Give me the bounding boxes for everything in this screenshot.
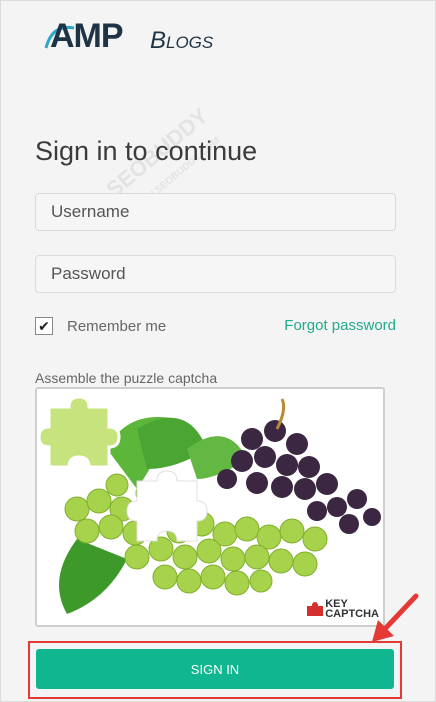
puzzle-captcha[interactable]: KEY CAPTCHA xyxy=(35,387,385,627)
logo-amp-text: AMP xyxy=(50,17,124,55)
logo-blogs-text: Blogs xyxy=(150,27,214,54)
checkmark-icon: ✔ xyxy=(38,317,50,334)
page-title: Sign in to continue xyxy=(35,136,258,166)
username-input[interactable] xyxy=(35,193,396,231)
sign-in-button[interactable]: SIGN IN xyxy=(36,649,394,689)
password-input[interactable] xyxy=(35,255,396,293)
puzzle-slot xyxy=(126,470,208,542)
remember-me-checkbox[interactable]: ✔ xyxy=(35,317,53,335)
annotation-arrow-icon xyxy=(372,593,419,642)
puzzle-piece-icon[interactable] xyxy=(37,395,121,469)
signin-highlight-box: SIGN IN xyxy=(28,641,402,699)
forgot-password-link[interactable]: Forgot password xyxy=(284,317,396,334)
remember-me-row[interactable]: ✔ Remember me xyxy=(35,316,166,336)
puzzle-logo-icon xyxy=(307,602,324,616)
grapes-image xyxy=(37,389,383,625)
captcha-label: Assemble the puzzle captcha xyxy=(35,370,218,386)
remember-me-label: Remember me xyxy=(67,317,167,335)
amp-blogs-logo: AMP Blogs xyxy=(44,16,240,56)
